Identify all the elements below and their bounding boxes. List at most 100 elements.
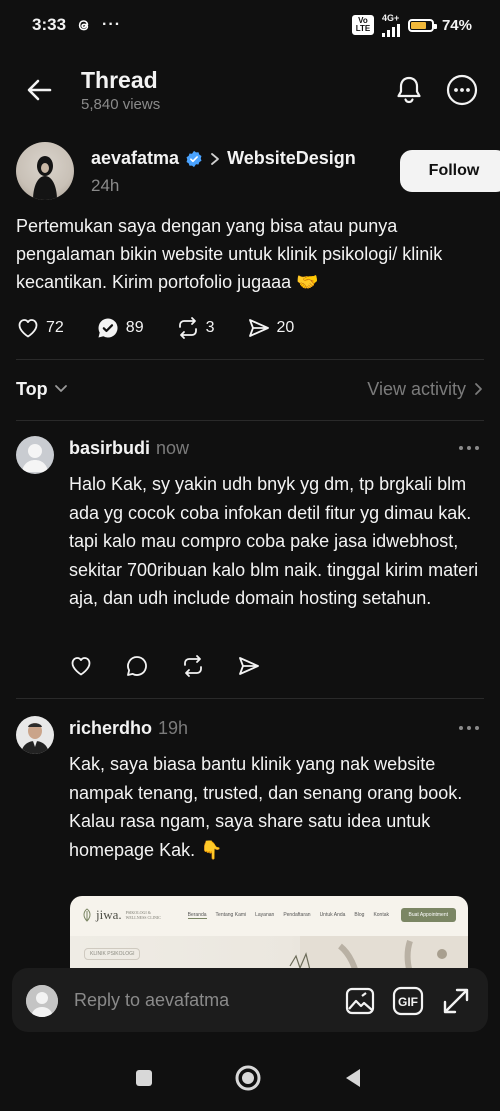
reply-avatar[interactable] bbox=[16, 716, 54, 754]
bell-icon bbox=[397, 76, 421, 104]
gif-icon: GIF bbox=[392, 986, 424, 1016]
topic-label: WebsiteDesign bbox=[227, 148, 356, 168]
preview-logo: jiwa. PSIKOLOGI & WELLNESS CLINIC bbox=[82, 907, 166, 923]
notifications-button[interactable] bbox=[392, 73, 426, 107]
back-nav-button[interactable] bbox=[340, 1064, 368, 1092]
image-icon bbox=[345, 987, 375, 1015]
repost-count: 3 bbox=[205, 319, 215, 336]
reply-bubble-check-icon bbox=[98, 318, 118, 338]
repost-icon bbox=[178, 317, 197, 339]
default-user-icon bbox=[26, 985, 58, 1017]
reply-username[interactable]: richerdho bbox=[69, 718, 152, 739]
reply-count-button[interactable]: 89 bbox=[96, 316, 144, 340]
preview-nav-link: Blog bbox=[354, 911, 365, 918]
expand-composer-button[interactable] bbox=[440, 985, 472, 1017]
author-avatar[interactable] bbox=[16, 142, 74, 200]
send-icon[interactable] bbox=[237, 654, 261, 678]
preview-nav-link: Beranda bbox=[187, 911, 207, 919]
reply-avatar[interactable] bbox=[16, 436, 54, 474]
avatar-figure bbox=[33, 156, 57, 200]
reply-text: Halo Kak, sy yakin udh bnyk yg dm, tp br… bbox=[69, 474, 479, 608]
post-text: Pertemukan saya dengan yang bisa atau pu… bbox=[16, 216, 443, 292]
reply-actions bbox=[69, 654, 261, 678]
topic-tag[interactable]: WebsiteDesign bbox=[209, 148, 356, 169]
chevron-right-icon bbox=[211, 152, 219, 165]
view-activity-link[interactable]: View activity bbox=[367, 379, 484, 400]
battery-fill bbox=[410, 21, 426, 29]
default-user-icon bbox=[22, 444, 48, 472]
view-count: 5,840 views bbox=[81, 96, 161, 113]
more-options-button[interactable] bbox=[445, 73, 479, 107]
page-title: Thread bbox=[81, 67, 158, 93]
follow-button[interactable]: Follow bbox=[400, 150, 500, 192]
expand-icon bbox=[443, 988, 469, 1014]
chevron-down-icon bbox=[54, 385, 67, 392]
thread-top-bar: Thread 5,840 views bbox=[0, 62, 500, 118]
square-icon bbox=[136, 1070, 152, 1086]
system-nav-bar bbox=[0, 1056, 500, 1100]
recent-apps-button[interactable] bbox=[130, 1064, 158, 1092]
send-icon bbox=[248, 319, 269, 337]
leaf-icon bbox=[83, 908, 91, 922]
composer-avatar bbox=[26, 985, 58, 1017]
back-button[interactable] bbox=[22, 72, 58, 108]
network-type: 4G+ bbox=[381, 12, 400, 23]
preview-nav-link: Pendaftaran bbox=[283, 911, 311, 918]
reply-timestamp: 19h bbox=[158, 718, 189, 738]
triangle-back-icon bbox=[346, 1069, 360, 1087]
status-more-dots: ··· bbox=[102, 16, 122, 33]
more-dots-icon[interactable] bbox=[458, 444, 480, 452]
status-bar: 3:33 ··· Vo LTE 4G+ 74% bbox=[0, 0, 500, 50]
arrow-left-icon bbox=[27, 79, 52, 101]
share-button[interactable]: 20 bbox=[247, 316, 295, 340]
reply-username[interactable]: basirbudi bbox=[69, 438, 150, 459]
circle-icon bbox=[235, 1065, 261, 1091]
battery-icon bbox=[407, 18, 437, 32]
preview-nav-link: Untuk Anda bbox=[319, 911, 346, 918]
repost-icon[interactable] bbox=[181, 654, 205, 678]
reply-item: basirbudi now Halo Kak, sy yakin udh bny… bbox=[16, 436, 484, 686]
divider bbox=[16, 359, 484, 360]
verified-badge-icon bbox=[186, 150, 202, 167]
comment-icon[interactable] bbox=[125, 654, 149, 678]
preview-nav-link: Layanan bbox=[255, 911, 275, 918]
preview-nav-links: Beranda Tentang Kami Layanan Pendaftaran… bbox=[187, 911, 389, 919]
like-button[interactable]: 72 bbox=[16, 316, 64, 340]
divider bbox=[16, 420, 484, 421]
reply-timestamp: now bbox=[156, 438, 190, 458]
heart-icon[interactable] bbox=[69, 654, 93, 678]
preview-nav: jiwa. PSIKOLOGI & WELLNESS CLINIC Berand… bbox=[82, 904, 456, 926]
sort-row: Top View activity bbox=[16, 374, 484, 404]
attach-image-button[interactable] bbox=[344, 985, 376, 1017]
signal-icon bbox=[381, 23, 400, 37]
threads-icon bbox=[78, 20, 89, 31]
preview-cta: Buat Appointment bbox=[400, 908, 456, 922]
heart-icon bbox=[18, 319, 38, 338]
home-button[interactable] bbox=[234, 1064, 262, 1092]
preview-badge: KLINIK PSIKOLOGI bbox=[84, 948, 141, 960]
like-count: 72 bbox=[46, 319, 64, 336]
reply-input[interactable] bbox=[74, 986, 334, 1014]
author-username[interactable]: aevafatma bbox=[91, 148, 179, 169]
chevron-right-icon bbox=[475, 383, 482, 395]
post-actions: 72 89 3 20 bbox=[16, 314, 326, 342]
gif-button[interactable]: GIF bbox=[392, 985, 424, 1017]
sort-dropdown[interactable]: Top bbox=[16, 379, 68, 400]
more-circle-icon bbox=[446, 74, 478, 106]
reply-composer: GIF bbox=[12, 968, 488, 1032]
volte-icon: Vo LTE bbox=[351, 15, 374, 35]
divider bbox=[16, 698, 484, 699]
reply-count: 89 bbox=[125, 319, 144, 336]
more-dots-icon[interactable] bbox=[458, 724, 480, 732]
reply-text: Kak, saya biasa bantu klinik yang nak we… bbox=[69, 754, 463, 860]
preview-logo-tag: PSIKOLOGI & WELLNESS CLINIC bbox=[125, 910, 161, 920]
user-photo-icon bbox=[21, 723, 49, 754]
preview-logo-text: jiwa. bbox=[96, 907, 122, 922]
post-header: aevafatma WebsiteDesign 24h Follow bbox=[16, 142, 500, 202]
svg-text:GIF: GIF bbox=[398, 995, 418, 1009]
view-activity-label: View activity bbox=[367, 378, 466, 399]
repost-button[interactable]: 3 bbox=[176, 316, 215, 340]
preview-nav-link: Tentang Kami bbox=[215, 911, 247, 918]
status-time: 3:33 bbox=[32, 15, 67, 34]
share-count: 20 bbox=[276, 319, 295, 336]
